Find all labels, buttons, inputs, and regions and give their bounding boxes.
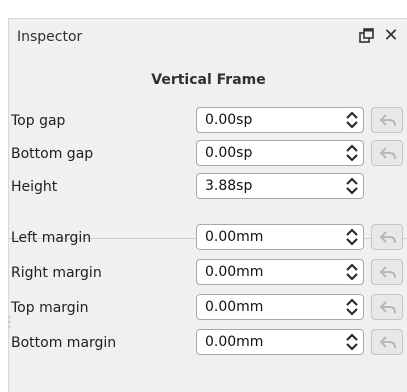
spin-arrows-icon[interactable] (345, 144, 359, 162)
reset-undo-icon (379, 301, 396, 314)
field-label: Right margin (11, 265, 102, 281)
reset-undo-icon (379, 231, 396, 244)
field-label: Bottom margin (11, 335, 117, 351)
reset-undo-icon (379, 266, 396, 279)
field-row-bottom-margin: Bottom margin 0.00mm (9, 329, 407, 357)
field-value[interactable]: 0.00mm (205, 229, 263, 245)
spin-arrows-icon[interactable] (345, 333, 359, 351)
field-label: Top margin (11, 300, 89, 316)
reset-button[interactable] (371, 107, 403, 133)
field-value[interactable]: 0.00sp (205, 112, 252, 128)
field-label: Height (11, 179, 58, 195)
field-row-bottom-gap: Bottom gap 0.00sp (9, 140, 407, 168)
field-label: Left margin (11, 230, 92, 246)
inspector-panel: Inspector ✕ Vertical Frame Top gap 0.00s… (8, 18, 407, 392)
reset-undo-icon (379, 114, 396, 127)
float-window-icon[interactable] (357, 27, 375, 45)
spin-arrows-icon[interactable] (345, 228, 359, 246)
field-value[interactable]: 0.00mm (205, 264, 263, 280)
field-row-right-margin: Right margin 0.00mm (9, 259, 407, 287)
top-margin-spinbox[interactable]: 0.00mm (196, 294, 364, 320)
field-value[interactable]: 0.00mm (205, 334, 263, 350)
top-gap-spinbox[interactable]: 0.00sp (196, 107, 364, 133)
spin-arrows-icon[interactable] (345, 111, 359, 129)
spin-arrows-icon[interactable] (345, 177, 359, 195)
reset-button[interactable] (371, 259, 403, 285)
reset-undo-icon (379, 336, 396, 349)
reset-button[interactable] (371, 294, 403, 320)
right-margin-spinbox[interactable]: 0.00mm (196, 259, 364, 285)
inspector-titlebar: Inspector ✕ (9, 19, 407, 57)
field-label: Top gap (11, 113, 66, 129)
section-title: Vertical Frame (151, 72, 266, 88)
height-spinbox[interactable]: 3.88sp (196, 173, 364, 199)
panel-title: Inspector (17, 29, 83, 45)
field-row-top-margin: Top margin 0.00mm (9, 294, 407, 322)
reset-button[interactable] (371, 140, 403, 166)
reset-button[interactable] (371, 329, 403, 355)
reset-button[interactable] (371, 224, 403, 250)
field-row-height: Height 3.88sp (9, 173, 407, 201)
resize-grip[interactable] (8, 314, 11, 328)
field-row-left-margin: Left margin 0.00mm (9, 224, 407, 252)
spin-arrows-icon[interactable] (345, 298, 359, 316)
bottom-margin-spinbox[interactable]: 0.00mm (196, 329, 364, 355)
field-label: Bottom gap (11, 146, 94, 162)
field-value[interactable]: 3.88sp (205, 178, 252, 194)
bottom-gap-spinbox[interactable]: 0.00sp (196, 140, 364, 166)
field-value[interactable]: 0.00sp (205, 145, 252, 161)
close-icon[interactable]: ✕ (381, 25, 401, 47)
field-row-top-gap: Top gap 0.00sp (9, 107, 407, 135)
spin-arrows-icon[interactable] (345, 263, 359, 281)
field-value[interactable]: 0.00mm (205, 299, 263, 315)
left-margin-spinbox[interactable]: 0.00mm (196, 224, 364, 250)
reset-undo-icon (379, 147, 396, 160)
